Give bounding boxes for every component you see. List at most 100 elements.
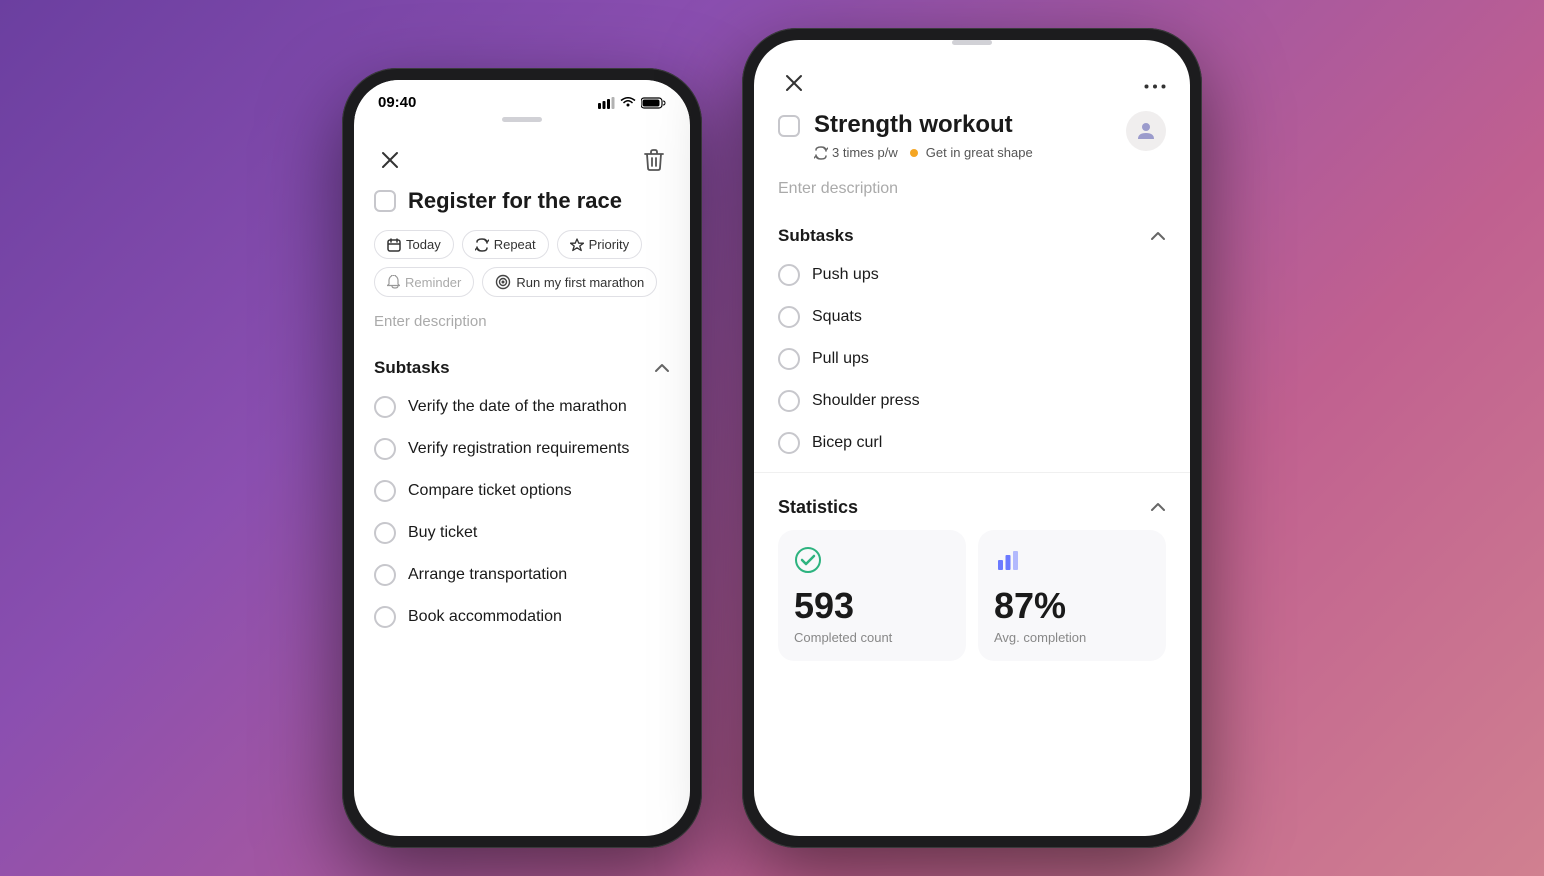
phone-2: Strength workout 3 times p/w — [742, 28, 1202, 848]
close-icon-2 — [785, 74, 803, 92]
completed-count-card: 593 Completed count — [778, 530, 966, 661]
today-label: Today — [406, 237, 441, 252]
time-display: 09:40 — [378, 94, 416, 111]
trash-icon — [644, 149, 664, 171]
description-field-1[interactable]: Enter description — [354, 305, 690, 346]
avg-icon — [994, 546, 1022, 574]
subtask-item: Verify the date of the marathon — [354, 386, 690, 428]
subtask-checkbox-0[interactable] — [374, 396, 396, 418]
statistics-collapse[interactable] — [1150, 499, 1166, 517]
reminder-tag[interactable]: Reminder — [374, 267, 474, 297]
description-field-2[interactable]: Enter description — [754, 172, 1190, 214]
repeat-icon-2 — [814, 146, 828, 160]
task-info-2: Strength workout 3 times p/w — [778, 111, 1033, 160]
repeat-tag[interactable]: Repeat — [462, 230, 549, 259]
bell-icon — [387, 275, 400, 289]
subtask-text-5: Book accommodation — [408, 608, 562, 626]
task-header-1: Register for the race — [354, 188, 690, 230]
task-title-2: Strength workout — [814, 111, 1033, 139]
subtask-item: Buy ticket — [354, 512, 690, 554]
subtasks-label-1: Subtasks — [374, 358, 450, 378]
goal-tag[interactable]: Run my first marathon — [482, 267, 657, 297]
subtask-checkbox-3[interactable] — [374, 522, 396, 544]
task-details-2: Strength workout 3 times p/w — [814, 111, 1033, 160]
phone-1-screen: 09:40 — [354, 80, 690, 836]
subtask-text-2-4: Bicep curl — [812, 434, 882, 452]
priority-tag[interactable]: Priority — [557, 230, 642, 259]
subtasks-collapse-1[interactable] — [654, 360, 670, 376]
task-complete-checkbox[interactable] — [374, 190, 396, 212]
subtask-checkbox-2-1[interactable] — [778, 306, 800, 328]
subtask-text-4: Arrange transportation — [408, 566, 567, 584]
divider — [754, 472, 1190, 473]
task-meta-2: 3 times p/w Get in great shape — [814, 145, 1033, 160]
statistics-label: Statistics — [778, 497, 858, 518]
delete-button[interactable] — [638, 144, 670, 176]
completed-count-label: Completed count — [794, 630, 950, 645]
drag-handle-2 — [952, 40, 992, 45]
avg-completion-card: 87% Avg. completion — [978, 530, 1166, 661]
bar-chart-icon — [994, 546, 1150, 580]
repeat-meta: 3 times p/w — [814, 145, 898, 160]
wifi-icon — [620, 97, 636, 109]
subtask-item: Book accommodation — [354, 596, 690, 638]
more-button[interactable] — [1144, 72, 1166, 95]
subtask-checkbox-1[interactable] — [374, 438, 396, 460]
goal-meta: Get in great shape — [910, 145, 1033, 160]
chevron-up-icon-2 — [1150, 231, 1166, 241]
goal-dot — [910, 149, 918, 157]
subtask-text-1: Verify registration requirements — [408, 440, 629, 458]
subtask-checkbox-2-0[interactable] — [778, 264, 800, 286]
phone-1: 09:40 — [342, 68, 702, 848]
phone-2-screen: Strength workout 3 times p/w — [754, 40, 1190, 836]
subtask-item: Arrange transportation — [354, 554, 690, 596]
reminder-label: Reminder — [405, 275, 461, 290]
drag-handle — [502, 117, 542, 122]
completed-count-value: 593 — [794, 588, 950, 624]
task-title-1: Register for the race — [408, 188, 622, 214]
close-button-1[interactable] — [374, 144, 406, 176]
check-circle-icon — [794, 546, 950, 580]
subtask-checkbox-2-3[interactable] — [778, 390, 800, 412]
subtask-item-2-3: Shoulder press — [754, 380, 1190, 422]
top-bar-1 — [354, 132, 690, 188]
subtask-text-2-1: Squats — [812, 308, 862, 326]
subtask-text-0: Verify the date of the marathon — [408, 398, 627, 416]
status-bar-1: 09:40 — [354, 80, 690, 117]
person-icon — [1134, 119, 1158, 143]
subtask-checkbox-2-2[interactable] — [778, 348, 800, 370]
top-bar-2 — [754, 55, 1190, 111]
subtask-text-2: Compare ticket options — [408, 482, 572, 500]
statistics-header: Statistics — [754, 481, 1190, 530]
task-complete-checkbox-2[interactable] — [778, 115, 800, 137]
subtasks-collapse-2[interactable] — [1150, 228, 1166, 244]
subtask-item-2-2: Pull ups — [754, 338, 1190, 380]
subtask-text-2-3: Shoulder press — [812, 392, 920, 410]
goal-label: Run my first marathon — [516, 275, 644, 290]
subtask-item-2-0: Push ups — [754, 254, 1190, 296]
subtask-checkbox-4[interactable] — [374, 564, 396, 586]
battery-icon — [641, 97, 666, 109]
avg-completion-label: Avg. completion — [994, 630, 1150, 645]
more-icon — [1144, 84, 1166, 89]
repeat-label: Repeat — [494, 237, 536, 252]
priority-label: Priority — [589, 237, 629, 252]
subtask-checkbox-2-4[interactable] — [778, 432, 800, 454]
completed-icon — [794, 546, 822, 574]
subtask-item: Compare ticket options — [354, 470, 690, 512]
chevron-up-icon-1 — [654, 363, 670, 373]
subtask-checkbox-5[interactable] — [374, 606, 396, 628]
close-button-2[interactable] — [778, 67, 810, 99]
subtask-text-2-0: Push ups — [812, 266, 879, 284]
task-header-2: Strength workout 3 times p/w — [754, 111, 1190, 172]
subtask-item-2-1: Squats — [754, 296, 1190, 338]
tags-row-2: Reminder Run my first marathon — [354, 267, 690, 305]
star-icon — [570, 238, 584, 252]
repeat-icon — [475, 238, 489, 252]
subtask-text-3: Buy ticket — [408, 524, 477, 542]
subtask-checkbox-2[interactable] — [374, 480, 396, 502]
subtasks-header-1: Subtasks — [354, 346, 690, 386]
subtasks-header-2: Subtasks — [754, 214, 1190, 254]
today-tag[interactable]: Today — [374, 230, 454, 259]
avg-completion-value: 87% — [994, 588, 1150, 624]
